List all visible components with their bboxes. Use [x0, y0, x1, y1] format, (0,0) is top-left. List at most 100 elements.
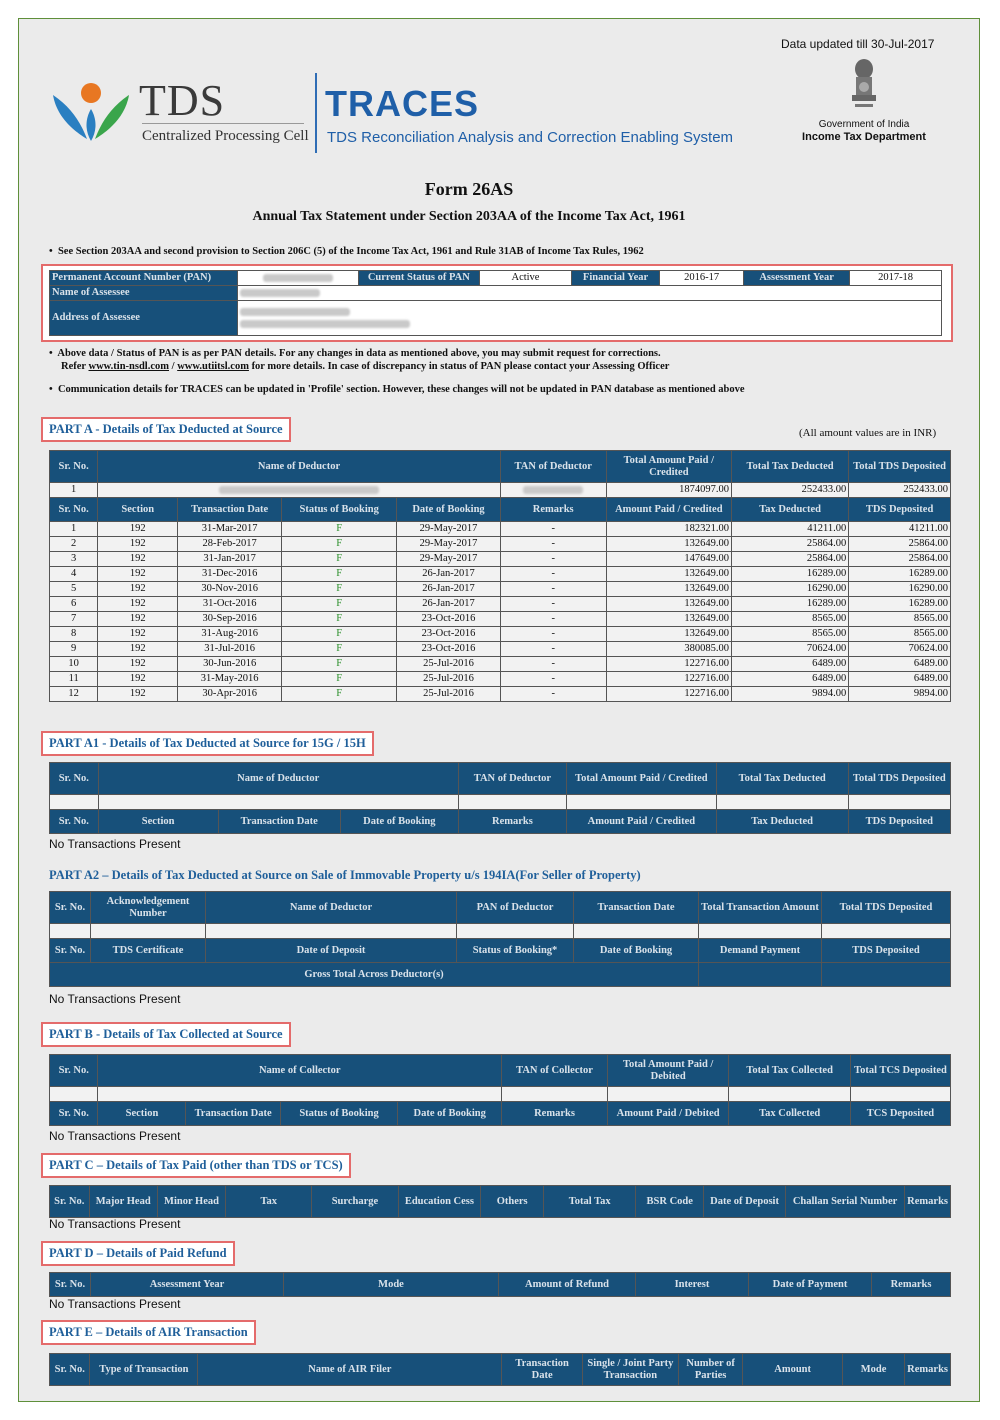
cell-tax: 16289.00: [730, 566, 850, 582]
form-26as-page: Data updated till 30-Jul-2017 TDS Centra…: [18, 18, 980, 1402]
name-label: Name of Assessee: [48, 285, 239, 301]
a1-col2-remarks: Remarks: [457, 809, 568, 834]
cell-sr: 3: [48, 551, 99, 567]
part-a2-table: Sr. No. Acknowledgement Number Name of D…: [49, 891, 951, 987]
income-tax-dept: Income Tax Department: [802, 131, 926, 143]
cell-status: F: [281, 611, 398, 627]
status-value: Active: [479, 270, 572, 286]
cell-tax: 25864.00: [730, 551, 850, 567]
cpc-text: Centralized Processing Cell: [142, 128, 309, 144]
summary-paid: 1874097.00: [605, 482, 732, 498]
table-row: 1 192 31-Mar-2017 F 29-May-2017-182321.00 412…: [48, 521, 951, 537]
national-emblem-icon: [852, 59, 876, 107]
partD-col-6: Remarks: [871, 1272, 951, 1297]
a1-col2-sr: Sr. No.: [49, 809, 99, 834]
note-pan-data: • Above data / Status of PAN is as per P…: [49, 348, 661, 359]
partE-col-8: Remarks: [904, 1353, 951, 1386]
cell-tds: 16290.00: [848, 581, 951, 597]
cell-remarks: -: [499, 566, 607, 582]
partE-col-7: Mode: [841, 1353, 906, 1386]
a1-col-sr: Sr. No.: [49, 762, 99, 795]
cell-booking: 25-Jul-2016: [396, 656, 501, 672]
note-communication: • Communication details for TRACES can b…: [49, 384, 745, 395]
pan-details-box: Permanent Account Number (PAN) Current S…: [41, 264, 953, 342]
b-col-tan: TAN of Collector: [501, 1054, 608, 1087]
form-title: Form 26AS: [424, 179, 514, 199]
cell-booking: 29-May-2017: [396, 551, 501, 567]
cell-date: 30-Jun-2016: [177, 656, 283, 672]
summary-deductor-name: [97, 482, 501, 498]
cell-tax: 41211.00: [730, 521, 850, 537]
col2-sr: Sr. No.: [48, 497, 99, 522]
utiitsl-link[interactable]: www.utiitsl.com: [177, 361, 249, 372]
partE-col-5: Number of Parties: [677, 1353, 744, 1386]
cell-booking: 23-Oct-2016: [396, 641, 501, 657]
a2-col2-demand: Demand Payment: [698, 938, 822, 963]
a2-col2-cert: TDS Certificate: [90, 938, 206, 963]
cell-remarks: -: [499, 641, 607, 657]
partC-col-7: Total Tax: [543, 1185, 637, 1218]
partD-col-3: Amount of Refund: [498, 1272, 636, 1297]
col-total-paid: Total Amount Paid / Credited: [605, 450, 732, 483]
partC-col-9: Date of Deposit: [703, 1185, 786, 1218]
table-row: 6 192 31-Oct-2016 F 26-Jan-2017-132649.00 162…: [48, 596, 951, 612]
cell-sr: 7: [48, 611, 99, 627]
cell-paid: 132649.00: [605, 626, 732, 642]
part-a1-table: Sr. No. Name of Deductor TAN of Deductor…: [49, 762, 952, 834]
b-col-name: Name of Collector: [97, 1054, 503, 1087]
a1-col-tan: TAN of Deductor: [457, 762, 568, 795]
b-col2-paid: Amount Paid / Debited: [606, 1101, 730, 1126]
cell-date: 31-May-2016: [177, 671, 283, 687]
a2-col-name: Name of Deductor: [205, 891, 457, 924]
cell-section: 192: [97, 686, 179, 702]
note-refer: Refer www.tin-nsdl.com / www.utiitsl.com…: [61, 361, 670, 372]
cell-sr: 5: [48, 581, 99, 597]
cell-paid: 122716.00: [605, 656, 732, 672]
part-e-title: PART E – Details of AIR Transaction: [41, 1320, 256, 1345]
col-name-deductor: Name of Deductor: [97, 450, 501, 483]
traces-subtitle: TDS Reconciliation Analysis and Correcti…: [327, 129, 734, 146]
cell-status: F: [281, 536, 398, 552]
cell-status: F: [281, 671, 398, 687]
cell-status: F: [281, 596, 398, 612]
col2-tds: TDS Deposited: [848, 497, 951, 522]
cell-date: 31-Aug-2016: [177, 626, 283, 642]
cell-section: 192: [97, 581, 179, 597]
a2-col-pan: PAN of Deductor: [456, 891, 574, 924]
cell-date: 31-Dec-2016: [177, 566, 283, 582]
partC-col-4: Surcharge: [311, 1185, 399, 1218]
cell-remarks: -: [499, 656, 607, 672]
cell-tds: 6489.00: [848, 671, 951, 687]
a2-gross-total: Gross Total Across Deductor(s): [49, 962, 699, 987]
cell-sr: 8: [48, 626, 99, 642]
tds-logo-text: TDS: [139, 76, 226, 125]
address-value: [237, 300, 942, 336]
cell-section: 192: [97, 521, 179, 537]
cell-tax: 70624.00: [730, 641, 850, 657]
cell-remarks: -: [499, 611, 607, 627]
col-tan: TAN of Deductor: [499, 450, 607, 483]
cell-tds: 9894.00: [848, 686, 951, 702]
govt-of-india: Government of India: [818, 119, 910, 130]
part-a-title: PART A - Details of Tax Deducted at Sour…: [41, 417, 291, 442]
pan-label: Permanent Account Number (PAN): [48, 270, 239, 286]
cell-date: 30-Sep-2016: [177, 611, 283, 627]
a2-col-ack: Acknowledgement Number: [90, 891, 206, 924]
cell-remarks: -: [499, 686, 607, 702]
cell-remarks: -: [499, 551, 607, 567]
cell-date: 28-Feb-2017: [177, 536, 283, 552]
col2-section: Section: [97, 497, 179, 522]
a1-no-transactions: No Transactions Present: [49, 837, 181, 851]
cell-sr: 2: [48, 536, 99, 552]
b-col2-section: Section: [97, 1101, 187, 1126]
table-row: 10 192 30-Jun-2016 F 25-Jul-2016-122716.00 64…: [48, 656, 951, 672]
b-col2-sr: Sr. No.: [48, 1101, 99, 1126]
b-col-total-tcs: Total TCS Deposited: [849, 1054, 952, 1087]
a1-col-total-tax: Total Tax Deducted: [715, 762, 849, 795]
col-total-tds: Total TDS Deposited: [848, 450, 951, 483]
tin-nsdl-link[interactable]: www.tin-nsdl.com: [89, 361, 170, 372]
table-row: 5 192 30-Nov-2016 F 26-Jan-2017-132649.00 162…: [48, 581, 951, 597]
fy-label: Financial Year: [570, 270, 661, 286]
cell-sr: 1: [48, 521, 99, 537]
d-no-transactions: No Transactions Present: [49, 1297, 181, 1311]
